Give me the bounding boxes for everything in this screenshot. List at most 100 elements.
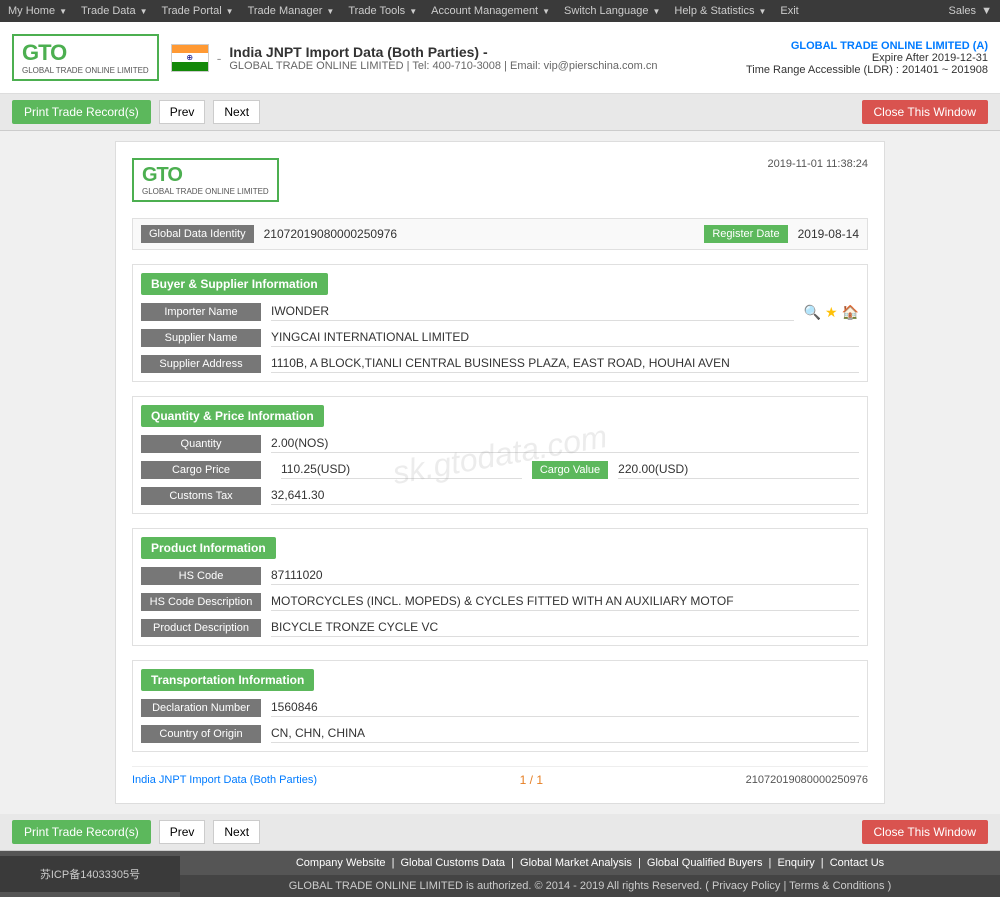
supplier-name-label: Supplier Name (141, 329, 261, 347)
transportation-section: Transportation Information Declaration N… (132, 660, 868, 752)
company-name: GLOBAL TRADE ONLINE LIMITED (A) (746, 40, 988, 52)
india-flag: ⊕ (171, 44, 209, 72)
supplier-address-value: 1110B, A BLOCK,TIANLI CENTRAL BUSINESS P… (271, 356, 859, 373)
footer-copyright: GLOBAL TRADE ONLINE LIMITED is authorize… (180, 875, 1000, 897)
global-data-identity-row: Global Data Identity 2107201908000025097… (132, 218, 868, 250)
cargo-price-label: Cargo Price (141, 461, 261, 479)
record-timestamp: 2019-11-01 11:38:24 (767, 158, 868, 170)
print-button-bottom[interactable]: Print Trade Record(s) (12, 820, 151, 844)
register-date-label: Register Date (704, 225, 787, 243)
chevron-down-icon: ▼ (542, 7, 550, 16)
nav-my-home[interactable]: My Home ▼ (8, 5, 69, 17)
search-icon[interactable]: 🔍 (804, 304, 821, 321)
expire-date: Expire After 2019-12-31 (746, 52, 988, 64)
product-desc-label: Product Description (141, 619, 261, 637)
product-section: Product Information HS Code 87111020 HS … (132, 528, 868, 646)
print-button-top[interactable]: Print Trade Record(s) (12, 100, 151, 124)
close-button-top[interactable]: Close This Window (862, 100, 988, 124)
logo: GTO GLOBAL TRADE ONLINE LIMITED (12, 34, 159, 81)
close-button-bottom[interactable]: Close This Window (862, 820, 988, 844)
customs-tax-label: Customs Tax (141, 487, 261, 505)
header-right: GLOBAL TRADE ONLINE LIMITED (A) Expire A… (746, 40, 988, 76)
prev-button-top[interactable]: Prev (159, 100, 206, 124)
footer-link-contact[interactable]: Contact Us (830, 857, 884, 869)
contact-info: GLOBAL TRADE ONLINE LIMITED | Tel: 400-7… (229, 60, 746, 72)
quantity-price-section: sk.gtodata.com Quantity & Price Informat… (132, 396, 868, 514)
hs-desc-row: HS Code Description MOTORCYCLES (INCL. M… (141, 593, 859, 611)
footer-link-customs[interactable]: Global Customs Data (401, 857, 506, 869)
prev-button-bottom[interactable]: Prev (159, 820, 206, 844)
product-title: Product Information (141, 537, 276, 559)
country-origin-label: Country of Origin (141, 725, 261, 743)
header-title-block: India JNPT Import Data (Both Parties) - … (229, 44, 746, 72)
cargo-value-label: Cargo Value (532, 461, 608, 479)
supplier-name-value: YINGCAI INTERNATIONAL LIMITED (271, 330, 859, 347)
record-footer-center: 1 / 1 (520, 773, 543, 787)
importer-name-value: IWONDER (271, 304, 794, 321)
record-footer: India JNPT Import Data (Both Parties) 1 … (132, 766, 868, 787)
toolbar-top: Print Trade Record(s) Prev Next Close Th… (0, 94, 1000, 131)
transportation-title: Transportation Information (141, 669, 314, 691)
nav-trade-manager[interactable]: Trade Manager ▼ (248, 5, 337, 17)
page-title: India JNPT Import Data (Both Parties) - (229, 44, 746, 60)
next-button-bottom[interactable]: Next (213, 820, 260, 844)
footer-link-company[interactable]: Company Website (296, 857, 386, 869)
icp-number: 苏ICP备14033305号 (0, 856, 180, 892)
record-card: GTO GLOBAL TRADE ONLINE LIMITED 2019-11-… (115, 141, 885, 804)
hs-desc-label: HS Code Description (141, 593, 261, 611)
country-origin-value: CN, CHN, CHINA (271, 726, 859, 743)
declaration-number-value: 1560846 (271, 700, 859, 717)
footer-link-enquiry[interactable]: Enquiry (777, 857, 814, 869)
record-logo: GTO GLOBAL TRADE ONLINE LIMITED (132, 158, 291, 202)
cargo-price-row: Cargo Price 110.25(USD) Cargo Value 220.… (141, 461, 859, 479)
country-origin-row: Country of Origin CN, CHN, CHINA (141, 725, 859, 743)
ldr-range: Time Range Accessible (LDR) : 201401 ~ 2… (746, 64, 988, 76)
footer-link-market[interactable]: Global Market Analysis (520, 857, 632, 869)
record-header: GTO GLOBAL TRADE ONLINE LIMITED 2019-11-… (132, 158, 868, 202)
nav-trade-portal[interactable]: Trade Portal ▼ (162, 5, 236, 17)
chevron-down-icon: ▼ (409, 7, 417, 16)
hs-code-label: HS Code (141, 567, 261, 585)
toolbar-bottom: Print Trade Record(s) Prev Next Close Th… (0, 814, 1000, 851)
importer-name-row: Importer Name IWONDER 🔍 ★ 🏠 (141, 303, 859, 321)
footer-links: Company Website | Global Customs Data | … (180, 851, 1000, 875)
nav-exit[interactable]: Exit (780, 5, 800, 17)
buyer-supplier-title: Buyer & Supplier Information (141, 273, 328, 295)
top-nav: My Home ▼ Trade Data ▼ Trade Portal ▼ Tr… (0, 0, 1000, 22)
chevron-down-icon: ▼ (59, 7, 67, 16)
global-data-identity-label: Global Data Identity (141, 225, 254, 243)
hs-desc-value: MOTORCYCLES (INCL. MOPEDS) & CYCLES FITT… (271, 594, 859, 611)
record-footer-right: 21072019080000250976 (746, 774, 868, 786)
chevron-down-icon: ▼ (652, 7, 660, 16)
global-data-identity-value: 21072019080000250976 (264, 227, 705, 241)
quantity-value: 2.00(NOS) (271, 436, 859, 453)
nav-help-statistics[interactable]: Help & Statistics ▼ (674, 5, 768, 17)
chevron-down-icon: ▼ (140, 7, 148, 16)
cargo-price-value: 110.25(USD) (281, 462, 522, 479)
register-date-value: 2019-08-14 (798, 227, 859, 241)
supplier-address-row: Supplier Address 1110B, A BLOCK,TIANLI C… (141, 355, 859, 373)
chevron-down-icon: ▼ (226, 7, 234, 16)
sales-label: Sales ▼ (949, 5, 992, 17)
main-content: GTO GLOBAL TRADE ONLINE LIMITED 2019-11-… (0, 131, 1000, 814)
nav-trade-data[interactable]: Trade Data ▼ (81, 5, 150, 17)
customs-tax-value: 32,641.30 (271, 488, 859, 505)
star-icon[interactable]: ★ (825, 304, 838, 321)
next-button-top[interactable]: Next (213, 100, 260, 124)
hs-code-value: 87111020 (271, 568, 859, 585)
supplier-name-row: Supplier Name YINGCAI INTERNATIONAL LIMI… (141, 329, 859, 347)
footer-link-buyers[interactable]: Global Qualified Buyers (647, 857, 763, 869)
importer-actions: 🔍 ★ 🏠 (804, 304, 859, 321)
product-desc-row: Product Description BICYCLE TRONZE CYCLE… (141, 619, 859, 637)
home-icon[interactable]: 🏠 (842, 304, 859, 321)
importer-name-label: Importer Name (141, 303, 261, 321)
separator: - (217, 50, 222, 66)
nav-switch-language[interactable]: Switch Language ▼ (564, 5, 662, 17)
page-header: GTO GLOBAL TRADE ONLINE LIMITED ⊕ - Indi… (0, 22, 1000, 94)
nav-trade-tools[interactable]: Trade Tools ▼ (348, 5, 419, 17)
buyer-supplier-section: Buyer & Supplier Information Importer Na… (132, 264, 868, 382)
nav-account-management[interactable]: Account Management ▼ (431, 5, 552, 17)
chevron-down-icon: ▼ (758, 7, 766, 16)
quantity-row: Quantity 2.00(NOS) (141, 435, 859, 453)
footer-bar: 苏ICP备14033305号 Company Website | Global … (0, 851, 1000, 897)
